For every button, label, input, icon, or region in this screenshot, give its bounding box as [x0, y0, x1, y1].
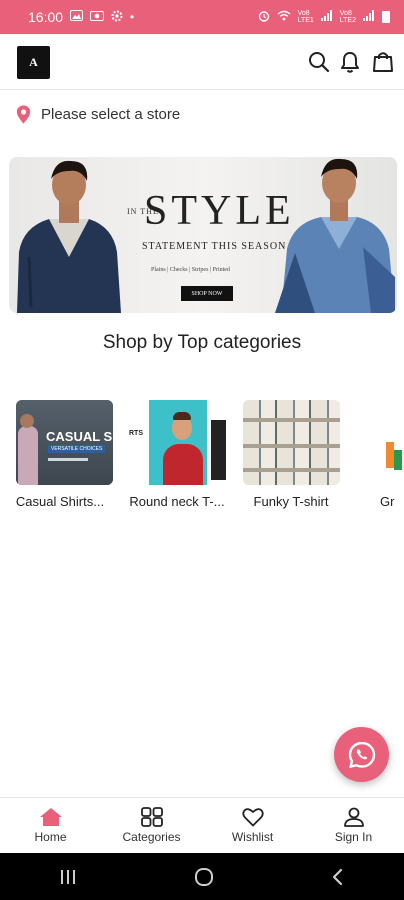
signal-1-icon — [320, 10, 333, 24]
banner-tags: Plains | Checks | Stripes | Printed — [151, 267, 230, 273]
back-icon[interactable] — [330, 868, 346, 886]
banner-model-left — [17, 160, 121, 313]
category-image: RTS — [129, 400, 226, 485]
nav-home[interactable]: Home — [0, 798, 101, 853]
category-label: Round neck T-... — [129, 494, 225, 509]
recents-icon[interactable] — [58, 868, 78, 886]
category-image-title: CASUAL S — [46, 429, 113, 444]
category-image-text: RTS — [129, 430, 143, 437]
system-nav-bar — [0, 853, 404, 900]
brand-logo[interactable]: A — [17, 46, 50, 79]
user-icon — [343, 807, 364, 827]
network-2-label: Vo8 LTE2 — [339, 10, 356, 24]
logo-letter: A — [29, 55, 38, 69]
category-image-subtitle: VERSATILE CHOICES — [48, 445, 106, 453]
bell-icon[interactable] — [338, 50, 362, 74]
nav-wishlist[interactable]: Wishlist — [202, 798, 303, 853]
category-strip[interactable]: CASUAL S VERSATILE CHOICES Casual Shirts… — [0, 400, 404, 520]
shopping-bag-icon[interactable] — [371, 50, 395, 74]
signal-2-icon — [363, 10, 375, 24]
nav-categories-label: Categories — [122, 830, 181, 844]
grid-icon — [140, 807, 163, 827]
category-image — [243, 400, 340, 485]
category-label: Gr — [380, 494, 395, 509]
network-1-label: Vo8 LTE1 — [297, 10, 314, 24]
alarm-icon — [258, 10, 270, 25]
gallery-notification-icon — [70, 10, 84, 24]
status-dot: • — [130, 10, 135, 24]
photo-notification-icon — [90, 10, 105, 24]
category-image — [356, 400, 404, 485]
whatsapp-button[interactable] — [334, 727, 389, 782]
status-bar: 16:00 • Vo8 LTE1 Vo8 LTE2 — [0, 0, 404, 34]
search-icon[interactable] — [307, 50, 331, 74]
store-selector[interactable]: Please select a store — [0, 95, 404, 133]
wifi-icon — [277, 10, 291, 24]
banner-subtitle: STATEMENT THIS SEASON — [142, 241, 287, 252]
promo-banner[interactable]: IN THE STYLE STATEMENT THIS SEASON Plain… — [9, 157, 397, 313]
store-selector-label: Please select a store — [41, 105, 181, 123]
banner-title: STYLE — [144, 188, 295, 234]
bottom-nav: Home Categories Wishlist Sign In — [0, 797, 404, 853]
heart-icon — [241, 808, 264, 827]
category-card-casual-shirts[interactable]: CASUAL S VERSATILE CHOICES Casual Shirts… — [16, 400, 128, 509]
section-title: Shop by Top categories — [102, 332, 302, 353]
settings-notification-icon — [111, 10, 123, 25]
category-label: Funky T-shirt — [253, 494, 329, 509]
location-pin-icon — [16, 105, 31, 123]
banner-model-right — [275, 158, 395, 313]
nav-sign-in-label: Sign In — [334, 830, 373, 844]
category-image: CASUAL S VERSATILE CHOICES — [16, 400, 113, 485]
nav-sign-in[interactable]: Sign In — [303, 798, 404, 853]
whatsapp-icon — [348, 741, 375, 768]
nav-categories[interactable]: Categories — [101, 798, 202, 853]
category-label: Casual Shirts... — [15, 494, 105, 509]
app-header: A — [0, 34, 404, 90]
battery-icon — [382, 11, 390, 23]
category-card-funky-tshirt[interactable]: Funky T-shirt — [243, 400, 355, 509]
nav-home-label: Home — [34, 830, 67, 844]
home-icon — [39, 808, 62, 826]
shop-now-button[interactable]: SHOP NOW — [181, 286, 233, 301]
home-circle-icon[interactable] — [193, 866, 215, 888]
category-card-round-neck[interactable]: RTS Round neck T-... — [129, 400, 241, 509]
category-card-partial[interactable]: Gr — [356, 400, 404, 509]
status-time: 16:00 — [28, 9, 64, 25]
nav-wishlist-label: Wishlist — [231, 830, 274, 844]
